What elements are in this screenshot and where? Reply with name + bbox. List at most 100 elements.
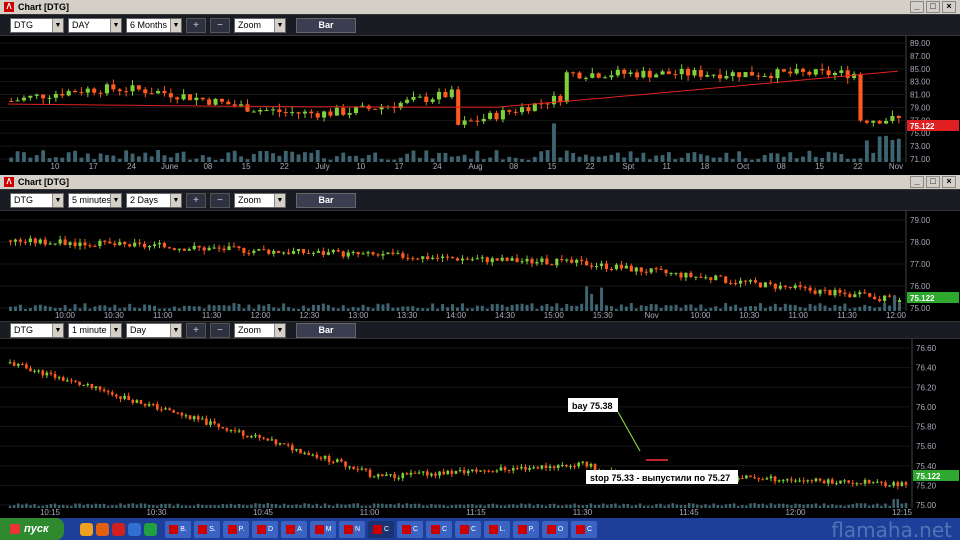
candle-body (798, 285, 802, 288)
daily-chart[interactable]: 89.0087.0085.0083.0081.0079.0077.0075.00… (0, 36, 960, 172)
volume-bar (220, 158, 224, 162)
taskbar-item[interactable]: C (368, 520, 394, 538)
zoom-select[interactable]: Zoom ▼ (234, 192, 286, 208)
folder-icon[interactable] (80, 522, 93, 536)
volume-bar (863, 503, 867, 508)
candle-body (328, 111, 333, 116)
bar-button[interactable]: Bar (296, 322, 356, 338)
zoom-out-button[interactable]: − (210, 322, 230, 338)
taskbar-item[interactable]: A (281, 520, 307, 538)
volume-bar (520, 159, 524, 162)
volume-bar (156, 150, 160, 162)
zoom-out-button[interactable]: − (210, 17, 230, 33)
candle-body (123, 395, 126, 399)
volume-bar (207, 304, 211, 311)
interval-select[interactable]: DAY ▼ (68, 17, 122, 33)
zoom-in-button[interactable]: + (186, 17, 206, 33)
range-select[interactable]: Day ▼ (126, 322, 182, 338)
minimize-button[interactable]: _ (910, 1, 924, 13)
volume-bar (535, 308, 539, 311)
candle-body (172, 248, 176, 250)
volume-bar (340, 504, 343, 508)
zoom-select[interactable]: Zoom ▼ (234, 322, 286, 338)
time-tick-label: Oct (737, 162, 750, 171)
app-icon[interactable] (144, 522, 157, 536)
volume-bar (327, 504, 331, 508)
volume-bar (115, 505, 118, 508)
taskbar-item[interactable]: B. (165, 520, 191, 538)
volume-bar (590, 156, 595, 162)
taskbar-item-label: D (267, 525, 274, 533)
volume-bar (192, 306, 196, 311)
taskbar-item[interactable]: C (426, 520, 452, 538)
taskbar-item[interactable]: P. (223, 520, 249, 538)
candle-body (711, 74, 716, 76)
volume-bar (687, 503, 691, 508)
volume-bar (430, 503, 433, 508)
taskbar-item[interactable]: M (310, 520, 336, 538)
volume-bar (239, 156, 243, 162)
taskbar-item[interactable]: O (542, 520, 568, 538)
one-minute-chart[interactable]: 76.60 76.40 76.20 76.00 75.80 75.60 75.40 75.20… (0, 339, 960, 518)
volume-bar (634, 504, 638, 508)
start-button[interactable]: пуск (0, 518, 64, 540)
time-tick-label: 10:30 (146, 508, 167, 517)
symbol-select[interactable]: DTG ▼ (10, 192, 64, 208)
volume-bar (737, 151, 742, 162)
candle-body (86, 384, 90, 386)
symbol-select[interactable]: DTG ▼ (10, 17, 64, 33)
taskbar-item[interactable]: C (397, 520, 423, 538)
candle-body (356, 468, 360, 470)
zoom-select[interactable]: Zoom ▼ (234, 17, 286, 33)
volume-bar (609, 154, 614, 162)
candle-body (839, 480, 842, 484)
candle-body (818, 478, 822, 481)
volume-bar (222, 305, 226, 311)
taskbar-item[interactable]: L. (484, 520, 510, 538)
volume-bar (679, 307, 683, 311)
volume-bar (753, 306, 757, 311)
firefox-icon[interactable] (96, 522, 109, 536)
maximize-button[interactable]: □ (926, 1, 940, 13)
five-minute-chart[interactable]: 79.00 78.00 77.00 76.00 75.00 10:00 10:30 11:00… (0, 211, 960, 321)
symbol-select[interactable]: DTG ▼ (10, 322, 64, 338)
volume-bar (820, 157, 825, 162)
maximize-button[interactable]: □ (926, 176, 940, 188)
minimize-button[interactable]: _ (910, 176, 924, 188)
candle-body (83, 242, 87, 246)
candle-body (781, 69, 786, 72)
volume-bar (66, 505, 69, 508)
taskbar-item[interactable]: D (252, 520, 278, 538)
volume-bar (33, 504, 36, 508)
volume-bar (729, 306, 733, 311)
volume-bar (175, 153, 180, 162)
time-tick-label: 22 (853, 162, 862, 171)
candle-body (647, 70, 652, 78)
volume-bar (164, 503, 167, 508)
zoom-in-button[interactable]: + (186, 322, 206, 338)
taskbar-item[interactable]: C (571, 520, 597, 538)
bar-button[interactable]: Bar (296, 17, 356, 33)
interval-select[interactable]: 5 minutes ▼ (68, 192, 122, 208)
ie-icon[interactable] (128, 522, 141, 536)
volume-bar (863, 304, 867, 311)
range-select[interactable]: 2 Days ▼ (126, 192, 182, 208)
close-button[interactable]: × (942, 176, 956, 188)
volume-bar (793, 305, 797, 311)
bar-button[interactable]: Bar (296, 192, 356, 208)
range-select[interactable]: 6 Months ▼ (126, 17, 182, 33)
taskbar-item[interactable]: N (339, 520, 365, 538)
taskbar-item[interactable]: P. (513, 520, 539, 538)
interval-select[interactable]: 1 minute ▼ (68, 322, 122, 338)
taskbar-item[interactable]: S. (194, 520, 220, 538)
candle-body (814, 478, 818, 482)
zoom-out-button[interactable]: − (210, 192, 230, 208)
opera-icon[interactable] (112, 522, 125, 536)
volume-bar (103, 305, 107, 311)
volume-bar (270, 503, 274, 508)
candle-body (692, 69, 697, 76)
zoom-in-button[interactable]: + (186, 192, 206, 208)
volume-bar (480, 305, 484, 311)
close-button[interactable]: × (942, 1, 956, 13)
taskbar-item[interactable]: C (455, 520, 481, 538)
